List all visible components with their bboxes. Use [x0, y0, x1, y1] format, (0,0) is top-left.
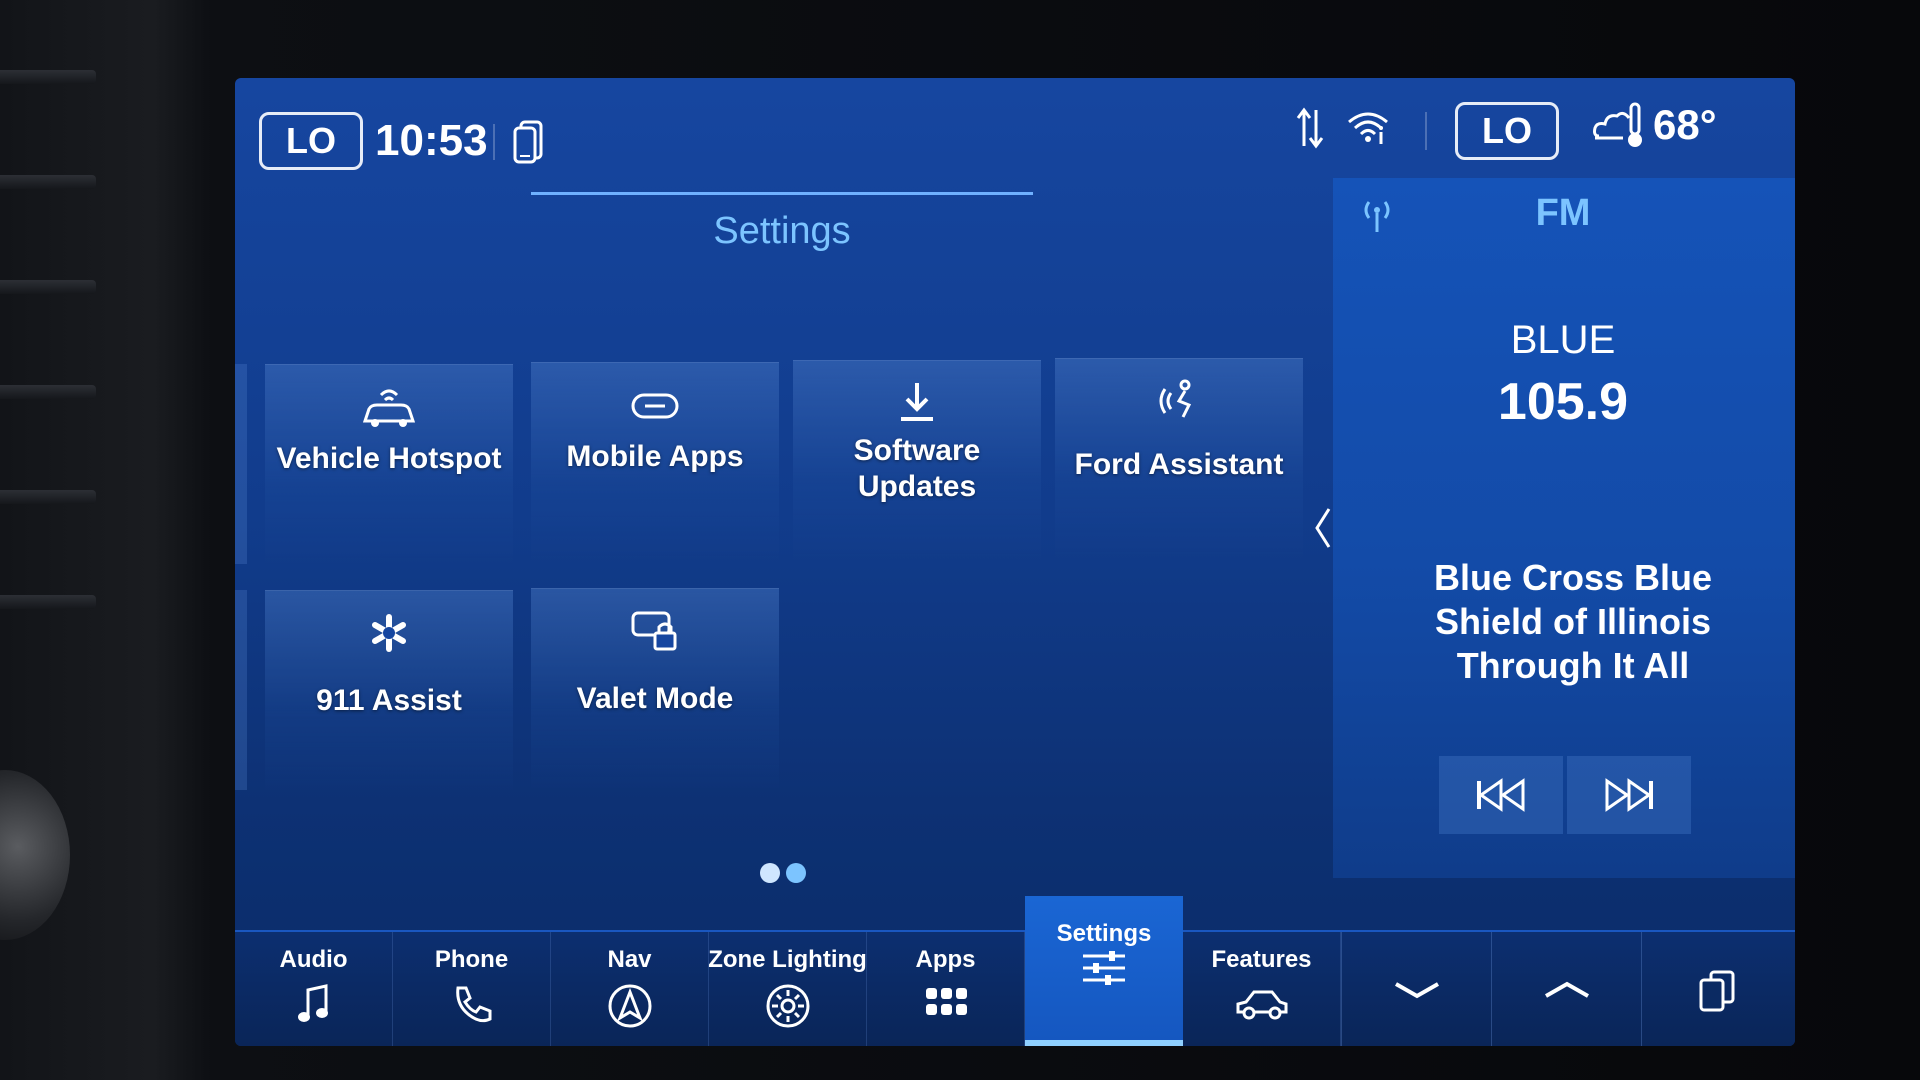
music-note-icon	[297, 984, 328, 1022]
nav-label: Apps	[915, 946, 976, 973]
outside-temperature: 68°	[1653, 101, 1717, 148]
tile-mobile-apps[interactable]: Mobile Apps	[531, 362, 779, 562]
nav-scroll-up[interactable]	[1491, 932, 1641, 1046]
ford-assistant-icon	[1159, 379, 1192, 418]
nav-label: Nav	[607, 946, 652, 973]
nav-label: Features	[1211, 946, 1312, 973]
previous-page-tile-edge	[235, 364, 247, 564]
passenger-temp-button[interactable]: LO	[1455, 102, 1559, 160]
air-vent-slat	[0, 280, 96, 294]
download-icon	[901, 383, 933, 421]
tile-911-assist[interactable]: 911 Assist	[265, 590, 513, 790]
chevron-up-icon	[1544, 981, 1589, 998]
station-frequency: 105.9	[1497, 373, 1629, 431]
previous-page-tile-edge	[235, 590, 247, 790]
mobile-apps-icon	[631, 393, 679, 419]
tile-ford-assistant[interactable]: Ford Assistant	[1055, 358, 1303, 558]
seek-forward-button[interactable]	[1567, 756, 1691, 834]
seek-back-button[interactable]	[1439, 756, 1563, 834]
nav-audio[interactable]: Audio	[235, 932, 393, 1046]
nav-zone-lighting[interactable]: Zone Lighting	[708, 932, 867, 1046]
page-dot-active[interactable]	[786, 863, 806, 883]
clock: 10:53	[375, 116, 488, 165]
now-playing-text: Blue Cross Blue Shield of Illinois Throu…	[1433, 557, 1713, 686]
apps-grid-icon	[925, 988, 967, 1015]
nav-features[interactable]: Features	[1183, 932, 1341, 1046]
tile-label: Software Updates	[853, 434, 981, 503]
status-bar: LO 10:53 LO 68°	[235, 78, 1795, 178]
tile-label: Mobile Apps	[566, 440, 744, 473]
air-vent-slat	[0, 490, 96, 504]
phone-icon	[455, 986, 491, 1023]
nav-label: Phone	[434, 946, 509, 973]
tile-valet-mode[interactable]: Valet Mode	[531, 588, 779, 788]
air-vent-slat	[0, 595, 96, 609]
tile-software-updates[interactable]: Software Updates	[793, 360, 1041, 560]
zone-lighting-icon	[766, 984, 809, 1028]
skip-previous-icon	[1477, 778, 1525, 812]
nav-nav[interactable]: Nav	[551, 932, 709, 1046]
tile-label: 911 Assist	[316, 684, 462, 717]
nav-scroll-down[interactable]	[1341, 932, 1491, 1046]
skip-next-icon	[1605, 778, 1653, 812]
page-title: Settings	[713, 210, 851, 252]
nav-apps[interactable]: Apps	[867, 932, 1025, 1046]
valet-lock-icon	[631, 611, 677, 651]
driver-temp-button[interactable]: LO	[259, 112, 363, 170]
nav-label: Settings	[1056, 920, 1152, 947]
page-dot-inactive[interactable]	[760, 863, 780, 883]
multitask-cards-icon	[1699, 970, 1734, 1012]
settings-title-underline	[531, 192, 1033, 195]
tile-label: Valet Mode	[576, 682, 734, 715]
bottom-nav-bar: Audio Phone Nav Zone Lighting Apps Featu…	[235, 930, 1795, 1046]
air-vent-slat	[0, 70, 96, 84]
settings-sliders-icon	[1083, 951, 1125, 985]
nav-settings[interactable]: Settings	[1025, 896, 1183, 1046]
outside-temp-icon	[1593, 102, 1642, 147]
audio-panel[interactable]: FM BLUE 105.9 Blue Cross Blue Shield of …	[1333, 178, 1795, 878]
chevron-down-icon	[1394, 982, 1439, 999]
nav-phone[interactable]: Phone	[393, 932, 551, 1046]
navigation-compass-icon	[608, 984, 651, 1028]
nav-label: Audio	[279, 946, 348, 973]
status-divider	[493, 124, 495, 160]
status-divider	[1425, 112, 1427, 150]
station-name: BLUE	[1510, 318, 1616, 362]
data-transfer-icon	[1296, 107, 1324, 149]
phone-connected-icon[interactable]	[511, 118, 551, 166]
vehicle-hotspot-icon	[362, 389, 416, 427]
tile-label: Ford Assistant	[1074, 448, 1284, 481]
nav-label: Zone Lighting	[708, 946, 867, 973]
tile-label: Vehicle Hotspot	[276, 442, 502, 475]
volume-knob[interactable]	[0, 770, 70, 940]
air-vent-slat	[0, 175, 96, 189]
emergency-star-icon	[372, 614, 406, 652]
radio-band[interactable]: FM	[1513, 192, 1613, 235]
tile-vehicle-hotspot[interactable]: Vehicle Hotspot	[265, 364, 513, 564]
nav-multitask[interactable]	[1641, 932, 1791, 1046]
infotainment-screen: LO 10:53 LO 68° Settings Vehicle Hotspot…	[235, 78, 1795, 1046]
wifi-hotspot-icon	[1348, 112, 1388, 144]
radio-antenna-icon	[1364, 201, 1390, 232]
car-features-icon	[1236, 990, 1287, 1020]
air-vent-slat	[0, 385, 96, 399]
